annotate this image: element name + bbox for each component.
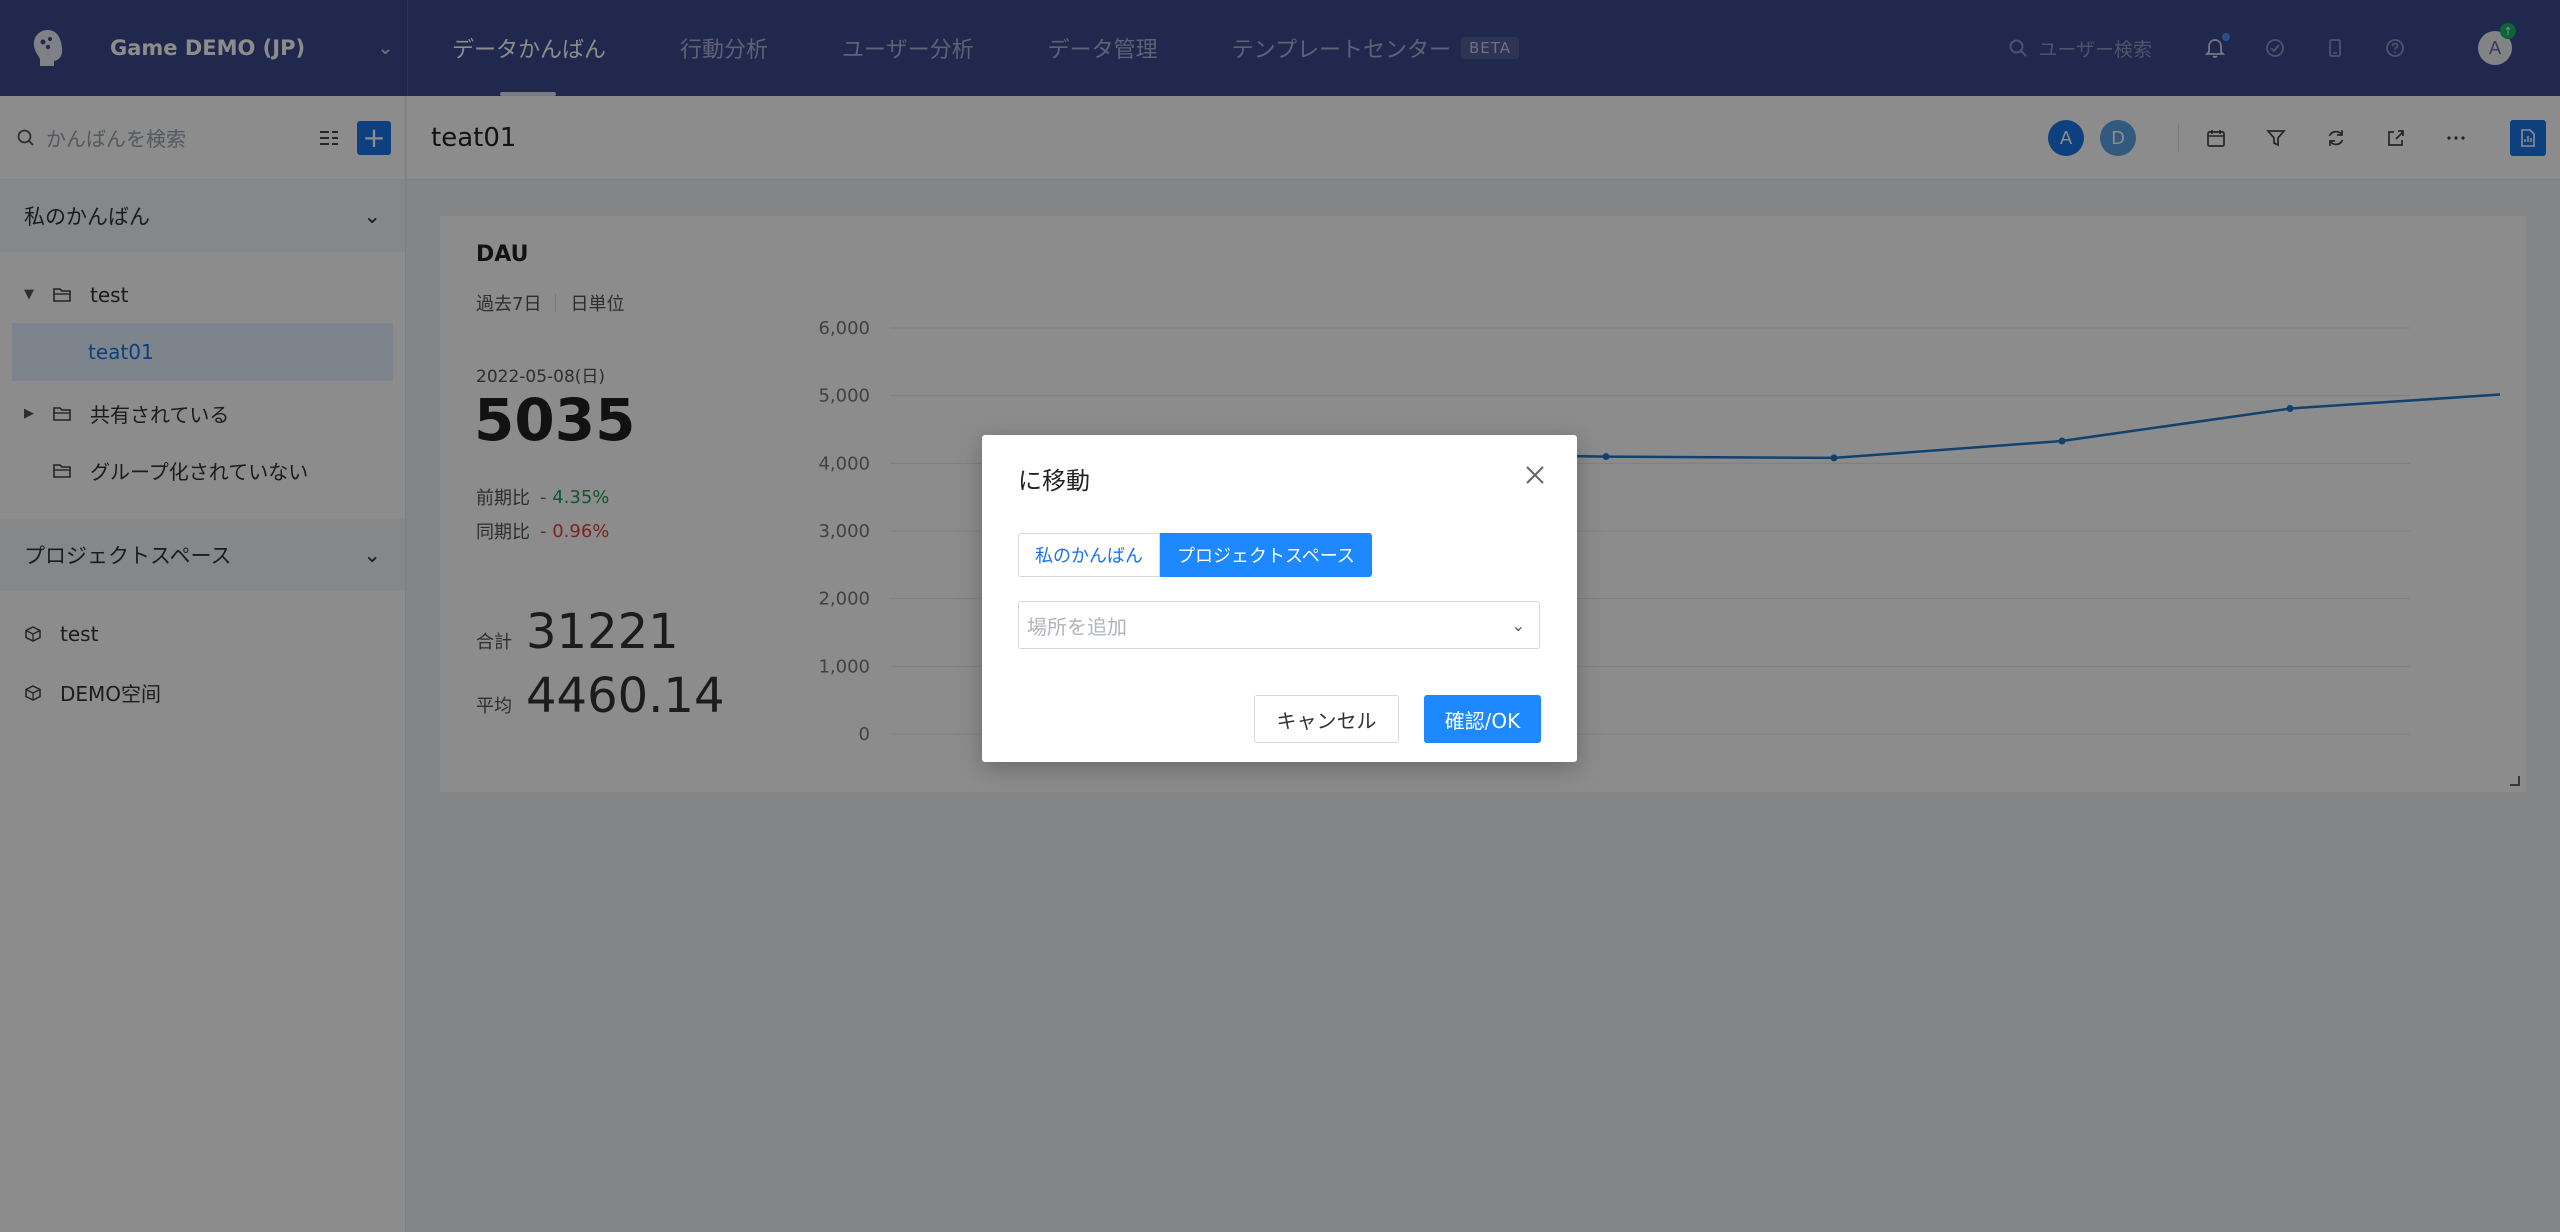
ok-button[interactable]: 確認/OK [1424,695,1541,743]
tab-project-space[interactable]: プロジェクトスペース [1160,533,1372,577]
destination-toggle: 私のかんばん プロジェクトスペース [1018,533,1372,577]
dialog-title: に移動 [1018,467,1090,495]
tab-my-boards[interactable]: 私のかんばん [1018,533,1160,577]
chevron-down-icon: ⌄ [1511,615,1525,635]
location-select[interactable]: 場所を追加 ⌄ [1018,601,1540,649]
location-placeholder: 場所を追加 [1027,614,1127,639]
cancel-button[interactable]: キャンセル [1254,695,1399,743]
close-icon[interactable] [1523,463,1547,487]
move-to-dialog: に移動 私のかんばん プロジェクトスペース 場所を追加 ⌄ キャンセル 確認/O… [982,435,1577,762]
